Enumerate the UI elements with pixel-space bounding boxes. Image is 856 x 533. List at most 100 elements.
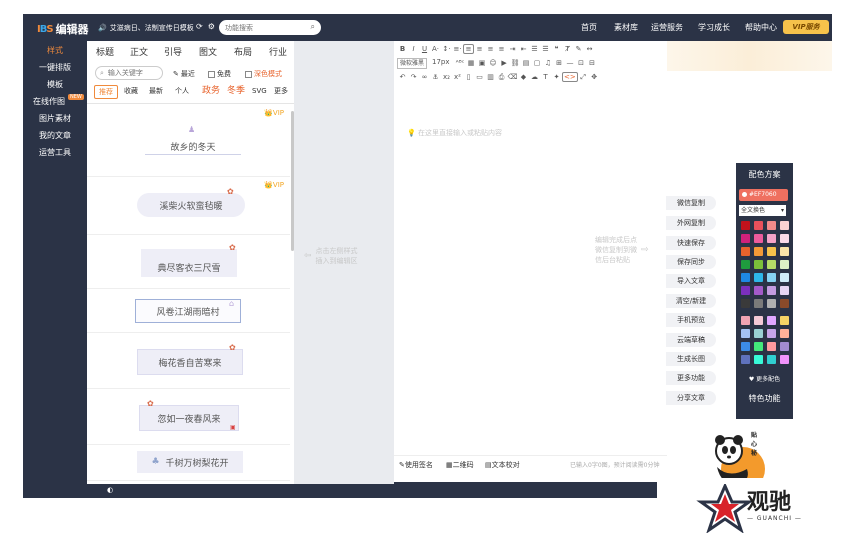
move-icon[interactable]: ✥ <box>589 73 600 81</box>
grid-icon[interactable]: ⊟ <box>587 59 598 67</box>
subtab-favorites[interactable]: 收藏 <box>124 85 138 99</box>
format-brush-icon[interactable]: ✎ <box>573 45 584 53</box>
redo-icon[interactable]: ↷ <box>408 73 419 81</box>
settings-icon[interactable]: ◐ <box>107 486 113 494</box>
free-checkbox[interactable] <box>208 70 215 78</box>
color-swatch[interactable] <box>767 286 776 295</box>
color-swatch[interactable] <box>780 234 789 243</box>
horizontal-rule-icon[interactable]: — <box>565 59 576 67</box>
filter-dark[interactable]: 深色模式 <box>245 69 282 79</box>
style-card[interactable]: 典尽客衣三尺雪 ✿ <box>87 235 290 289</box>
color-swatch[interactable] <box>741 342 750 351</box>
color-swatch[interactable] <box>767 247 776 256</box>
color-swatch[interactable] <box>780 355 789 364</box>
subtab-winter[interactable]: 冬季 <box>227 85 245 99</box>
style-card[interactable]: ♣ 千树万树梨花开 <box>87 445 290 481</box>
color-swatch[interactable] <box>741 260 750 269</box>
color-swatch[interactable] <box>767 299 776 308</box>
more-colors-link[interactable]: ♥ 更多配色 <box>736 374 793 383</box>
color-swatch[interactable] <box>780 260 789 269</box>
search-input[interactable] <box>225 23 295 32</box>
unordered-list-icon[interactable]: ☰ <box>540 45 551 53</box>
color-swatch[interactable] <box>754 234 763 243</box>
resize-icon[interactable]: ⤢ <box>578 73 589 82</box>
keyword-input[interactable] <box>107 69 156 77</box>
cloud-icon[interactable]: ☁ <box>529 73 540 81</box>
nav-help[interactable]: 帮助中心 <box>745 22 777 33</box>
color-swatch[interactable] <box>780 221 789 230</box>
share-article-button[interactable]: 分享文章 <box>666 391 716 405</box>
save-sync-button[interactable]: 保存同步 <box>666 255 716 269</box>
color-swatch[interactable] <box>754 299 763 308</box>
color-swatch[interactable] <box>754 316 763 325</box>
recolor-mode-select[interactable]: 全文换色 ▾ <box>739 205 786 216</box>
indent-icon[interactable]: ⇥ <box>507 45 518 53</box>
outdent-icon[interactable]: ⇤ <box>518 45 529 53</box>
style-card[interactable]: 梅花香自苦寒来 ✿ <box>87 333 290 389</box>
color-swatch[interactable] <box>767 234 776 243</box>
eraser-icon[interactable]: ⌫ <box>507 73 518 81</box>
chain-icon[interactable]: ∞ <box>419 73 430 81</box>
style-card[interactable]: 风卷江湖雨暗村 ⌂ <box>87 289 290 333</box>
color-swatch[interactable] <box>754 329 763 338</box>
subtab-svg[interactable]: SVG <box>252 85 267 99</box>
tab-guide[interactable]: 引导 <box>164 45 182 58</box>
proofread-button[interactable]: ▤文本校对 <box>485 460 520 470</box>
lnav-auto-layout[interactable]: 一键排版 <box>23 62 87 73</box>
tab-image-text[interactable]: 图文 <box>199 45 217 58</box>
style-card[interactable]: 👑VIP 溪柴火软蛮毡暖 ✿ <box>87 177 290 235</box>
color-swatch[interactable] <box>754 260 763 269</box>
lnav-template[interactable]: 模板 <box>23 79 87 90</box>
subtab-government[interactable]: 政务 <box>202 85 220 99</box>
justify-icon[interactable]: ≡ <box>496 45 507 53</box>
music-icon[interactable]: ♫ <box>543 59 554 67</box>
color-swatch[interactable] <box>754 286 763 295</box>
clear-format-icon[interactable]: Ⱦ <box>562 45 573 53</box>
color-swatch[interactable] <box>754 355 763 364</box>
dark-mode-checkbox[interactable] <box>245 70 252 78</box>
tab-body[interactable]: 正文 <box>130 45 148 58</box>
color-swatch[interactable] <box>741 355 750 364</box>
color-swatch[interactable] <box>767 342 776 351</box>
undo-icon[interactable]: ↶ <box>397 73 408 81</box>
cloud-draft-button[interactable]: 云端草稿 <box>666 333 716 347</box>
color-swatch[interactable] <box>754 273 763 282</box>
color-swatch[interactable] <box>741 273 750 282</box>
current-color-button[interactable]: #EF7060 <box>739 189 788 201</box>
color-swatch[interactable] <box>754 247 763 256</box>
special-features-label[interactable]: 特色功能 <box>736 393 793 404</box>
tab-layout[interactable]: 布局 <box>234 45 252 58</box>
editor-placeholder[interactable]: 💡 在这里直接输入或粘贴内容 <box>407 128 502 138</box>
color-swatch[interactable] <box>741 221 750 230</box>
image-gallery-icon[interactable]: ▤ <box>521 59 532 67</box>
card-icon[interactable]: ▭ <box>474 73 485 81</box>
tab-title[interactable]: 标题 <box>96 45 114 58</box>
emoji-icon[interactable]: ☺ <box>488 59 499 67</box>
list-icon[interactable]: ≡· <box>452 45 463 53</box>
quote-icon[interactable]: ❝ <box>551 45 562 53</box>
subtab-personal[interactable]: 个人 <box>175 85 189 99</box>
color-swatch[interactable] <box>780 247 789 256</box>
tab-industry[interactable]: 行业 <box>269 45 287 58</box>
color-swatch[interactable] <box>754 221 763 230</box>
image-icon[interactable]: ▣ <box>477 59 488 67</box>
underline-icon[interactable]: U <box>419 45 430 53</box>
vip-service-button[interactable]: VIP服务 <box>783 20 829 34</box>
color-swatch[interactable] <box>767 329 776 338</box>
quick-save-button[interactable]: 快速保存 <box>666 236 716 250</box>
italic-icon[interactable]: I <box>408 45 419 53</box>
ordered-list-icon[interactable]: ☰ <box>529 45 540 53</box>
magic-icon[interactable]: ✦ <box>551 73 562 81</box>
nav-home[interactable]: 首页 <box>581 22 597 33</box>
font-size-select[interactable]: 17px <box>430 58 452 69</box>
frame-icon[interactable]: ▢ <box>532 59 543 67</box>
color-swatch[interactable] <box>741 234 750 243</box>
color-swatch[interactable] <box>767 273 776 282</box>
letter-spacing-icon[interactable]: ↔ <box>584 45 595 53</box>
style-card[interactable]: 忽如一夜春风来 ✿ ▣ <box>87 389 290 445</box>
color-swatch[interactable] <box>754 342 763 351</box>
color-swatch[interactable] <box>741 316 750 325</box>
subscript-icon[interactable]: x₂ <box>441 73 452 81</box>
page-icon[interactable]: ▯ <box>463 73 474 81</box>
font-color-icon[interactable]: A· <box>430 45 441 53</box>
